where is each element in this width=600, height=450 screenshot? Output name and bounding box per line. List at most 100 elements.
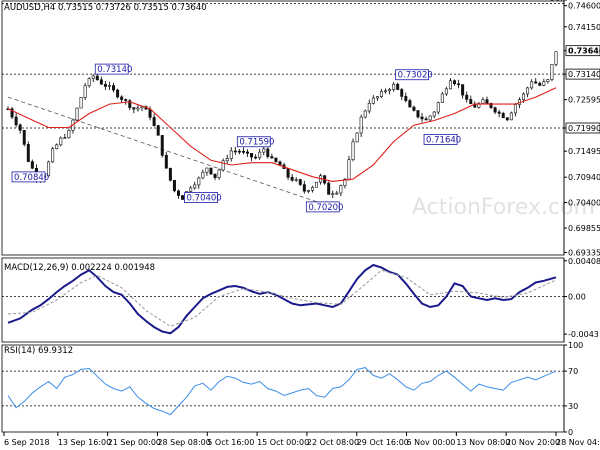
candle-body [229,150,233,159]
candle-body [254,156,258,159]
candle-body [351,141,355,160]
price-annotation-label: 0.71590 [239,138,274,148]
series-macd [7,263,557,335]
price-annotation-label: 0.71640 [426,135,461,145]
candle-body [347,159,351,180]
candle-body [310,186,314,191]
candle-body [221,160,225,171]
candle-body [87,78,91,87]
candle-body [79,97,83,109]
x-tick-label: 13 Sep 16:00 [58,438,111,447]
candle-body [197,177,201,186]
candle-body [306,190,310,192]
candle-body [530,81,534,89]
x-tick-label: 5 Oct 16:00 [207,438,254,447]
candle-body [181,195,185,200]
price-badge-label: 0.71990 [568,124,600,133]
candle-body [274,157,278,163]
trendline [7,96,333,208]
candle-body [493,107,497,113]
candle-body [485,99,489,104]
price-annotation-label: 0.73140 [97,65,132,75]
candle-body [335,192,339,195]
candle-body [193,184,197,189]
candle-body [55,144,59,149]
candle-body [448,80,452,90]
fib-label: 38.2 [550,0,568,2]
candle-body [363,110,367,118]
y-tick-label: 0.70940 [568,173,600,182]
candle-body [436,102,440,113]
candle-body [367,103,371,112]
candle-body [379,91,383,97]
x-tick-label: 15 Oct 00:00 [257,438,309,447]
candle-body [424,118,428,121]
candle-body [225,158,229,162]
candle-body [95,75,99,81]
candle-body [461,84,465,96]
candle-body [420,116,424,120]
candle-body [384,90,388,93]
candle-body [209,167,213,175]
candle-body [396,83,400,90]
candle-body [136,107,140,110]
y-tick-label: 70 [568,367,578,376]
candle-body [266,148,270,157]
rsi-panel-header: RSI(14) 69.9312 [4,346,73,356]
moving-average-line [7,87,557,182]
price-annotation-label: 0.70400 [187,194,222,204]
candle-body [444,88,448,95]
x-tick-label: 6 Sep 2018 [4,438,50,447]
candle-body [250,153,254,158]
y-tick-label: 0.72595 [568,96,600,105]
candle-body [205,167,209,173]
candle-body [124,99,128,101]
candle-body [132,107,136,110]
x-tick-label: 29 Oct 16:00 [357,438,409,447]
candle-body [302,184,306,192]
price-annotation-label: 0.70200 [308,203,343,213]
candle-body [120,96,124,100]
candle-body [538,82,542,86]
candle-body [22,129,26,145]
candle-body [546,79,550,82]
candle-body [168,167,172,181]
candle-body [18,124,22,131]
y-tick-label: 0.70400 [568,199,600,208]
y-tick-label: 0.71495 [568,147,600,156]
candle-body [457,83,461,86]
series-rsi [7,367,557,416]
candle-body [59,137,63,146]
candle-body [440,93,444,103]
price-panel-header: AUDUSD,H4 0.73515 0.73726 0.73515 0.7364… [4,3,207,13]
candle-body [432,111,436,117]
x-tick-label: 22 Oct 08:00 [307,438,359,447]
y-tick-label: 0.004085 [568,257,600,266]
candle-body [408,100,412,108]
candle-body [99,79,103,85]
candle-body [392,83,396,90]
panel-frame-2 [1,344,565,433]
x-tick-label: 20 Nov 20:00 [506,438,560,447]
x-tick-label: 21 Sep 00:00 [108,438,161,447]
price-annotation-label: 0.73020 [398,71,433,81]
candle-body [453,80,457,85]
candle-body [469,99,473,105]
candle-body [355,132,359,143]
candle-body [107,85,111,87]
candle-body [91,75,95,79]
candle-body [416,110,420,118]
candle-body [331,193,335,196]
macd-panel-header: MACD(12,26,9) 0.002224 0.001948 [4,263,155,273]
y-tick-label: 0.69855 [568,224,600,233]
candle-body [501,113,505,119]
y-tick-label: 100 [568,341,583,350]
price-badge-label: 0.73140 [568,70,600,79]
x-tick-label: 28 Nov 04:00 [556,438,600,447]
candle-body [245,151,249,154]
x-tick-label: 28 Sep 08:00 [157,438,210,447]
candle-body [550,64,554,80]
candle-body [286,168,290,178]
candle-body [164,154,168,169]
candle-body [542,81,546,86]
